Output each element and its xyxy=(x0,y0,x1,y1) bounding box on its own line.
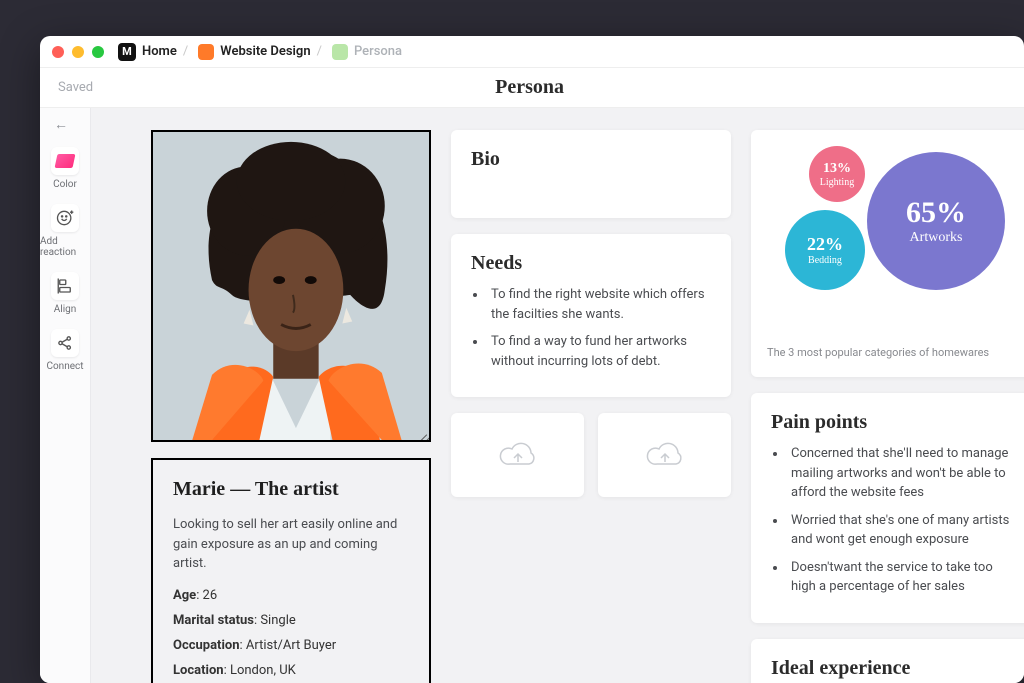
list-item: To find the right website which offers t… xyxy=(487,285,711,324)
tool-align-label: Align xyxy=(54,304,77,315)
chart-caption: The 3 most popular categories of homewar… xyxy=(767,346,1015,359)
upload-slot[interactable] xyxy=(451,413,584,497)
persona-details-card[interactable]: Marie — The artist Looking to sell her a… xyxy=(151,458,431,683)
bubble-lighting: 13% Lighting xyxy=(809,146,865,202)
ideal-heading: Ideal experience xyxy=(771,657,1011,680)
save-status: Saved xyxy=(58,80,93,95)
needs-list: To find the right website which offers t… xyxy=(471,285,711,371)
needs-card[interactable]: Needs To find the right website which of… xyxy=(451,234,731,397)
canvas[interactable]: Marie — The artist Looking to sell her a… xyxy=(91,108,1024,683)
breadcrumb-separator: / xyxy=(183,44,188,59)
project-color-icon xyxy=(198,44,214,60)
breadcrumb-separator: / xyxy=(317,44,322,59)
color-swatch-icon xyxy=(55,154,76,168)
upload-row xyxy=(451,413,731,497)
resize-handle-icon[interactable] xyxy=(419,430,429,440)
pain-list: Concerned that she'll need to manage mai… xyxy=(771,444,1011,597)
persona-name: Marie — The artist xyxy=(173,478,409,501)
tool-reaction-label: Add reaction xyxy=(40,236,90,258)
tool-add-reaction[interactable]: Add reaction xyxy=(40,204,90,258)
persona-marital: Marital status: Single xyxy=(173,613,409,628)
bio-heading: Bio xyxy=(471,148,711,171)
pain-heading: Pain points xyxy=(771,411,1011,434)
share-icon xyxy=(51,329,79,357)
smile-plus-icon xyxy=(51,204,79,232)
list-item: To find a way to fund her artworks witho… xyxy=(487,332,711,371)
tool-color[interactable]: Color xyxy=(40,147,90,190)
page-header: Saved Persona xyxy=(40,68,1024,108)
tool-sidebar: ← Color Add reaction Align xyxy=(40,108,91,683)
workspace: ← Color Add reaction Align xyxy=(40,108,1024,683)
list-item: Concerned that she'll need to manage mai… xyxy=(787,444,1011,503)
cloud-upload-icon xyxy=(646,440,684,470)
tool-connect-label: Connect xyxy=(46,361,83,372)
tool-color-label: Color xyxy=(53,179,77,190)
app-window: M Home / Website Design / Persona Saved … xyxy=(40,36,1024,683)
bubble-artworks: 65% Artworks xyxy=(867,152,1005,290)
page-color-icon xyxy=(332,44,348,60)
breadcrumb-home-label: Home xyxy=(142,44,177,59)
persona-age: Age: 26 xyxy=(173,588,409,603)
list-item: Doesn'twant the service to take too high… xyxy=(787,558,1011,597)
breadcrumb-project[interactable]: Website Design / xyxy=(198,44,322,60)
persona-occupation: Occupation: Artist/Art Buyer xyxy=(173,638,409,653)
breadcrumb-page[interactable]: Persona xyxy=(332,44,402,60)
cloud-upload-icon xyxy=(499,440,537,470)
maximize-window-button[interactable] xyxy=(92,46,104,58)
align-icon xyxy=(51,272,79,300)
categories-chart-card[interactable]: 13% Lighting 22% Bedding 65% Artworks Th… xyxy=(751,130,1024,377)
tool-connect[interactable]: Connect xyxy=(40,329,90,372)
bio-card[interactable]: Bio xyxy=(451,130,731,218)
bubble-chart: 13% Lighting 22% Bedding 65% Artworks xyxy=(767,144,1015,324)
pain-points-card[interactable]: Pain points Concerned that she'll need t… xyxy=(751,393,1024,623)
list-item: Worried that she's one of many artists a… xyxy=(787,511,1011,550)
titlebar: M Home / Website Design / Persona xyxy=(40,36,1024,68)
tool-align[interactable]: Align xyxy=(40,272,90,315)
breadcrumb-project-label: Website Design xyxy=(220,44,310,59)
bubble-bedding: 22% Bedding xyxy=(785,210,865,290)
minimize-window-button[interactable] xyxy=(72,46,84,58)
ideal-experience-card[interactable]: Ideal experience xyxy=(751,639,1024,683)
breadcrumb-page-label: Persona xyxy=(354,44,402,59)
needs-heading: Needs xyxy=(471,252,711,275)
persona-photo[interactable] xyxy=(151,130,431,442)
window-controls xyxy=(52,46,104,58)
app-logo-icon: M xyxy=(118,43,136,61)
breadcrumb-home[interactable]: M Home / xyxy=(118,43,188,61)
close-window-button[interactable] xyxy=(52,46,64,58)
persona-tagline: Looking to sell her art easily online an… xyxy=(173,515,409,574)
breadcrumb: M Home / Website Design / Persona xyxy=(118,43,402,61)
back-button[interactable]: ← xyxy=(54,116,68,133)
page-title: Persona xyxy=(93,76,966,99)
upload-slot[interactable] xyxy=(598,413,731,497)
persona-location: Location: London, UK xyxy=(173,663,409,678)
